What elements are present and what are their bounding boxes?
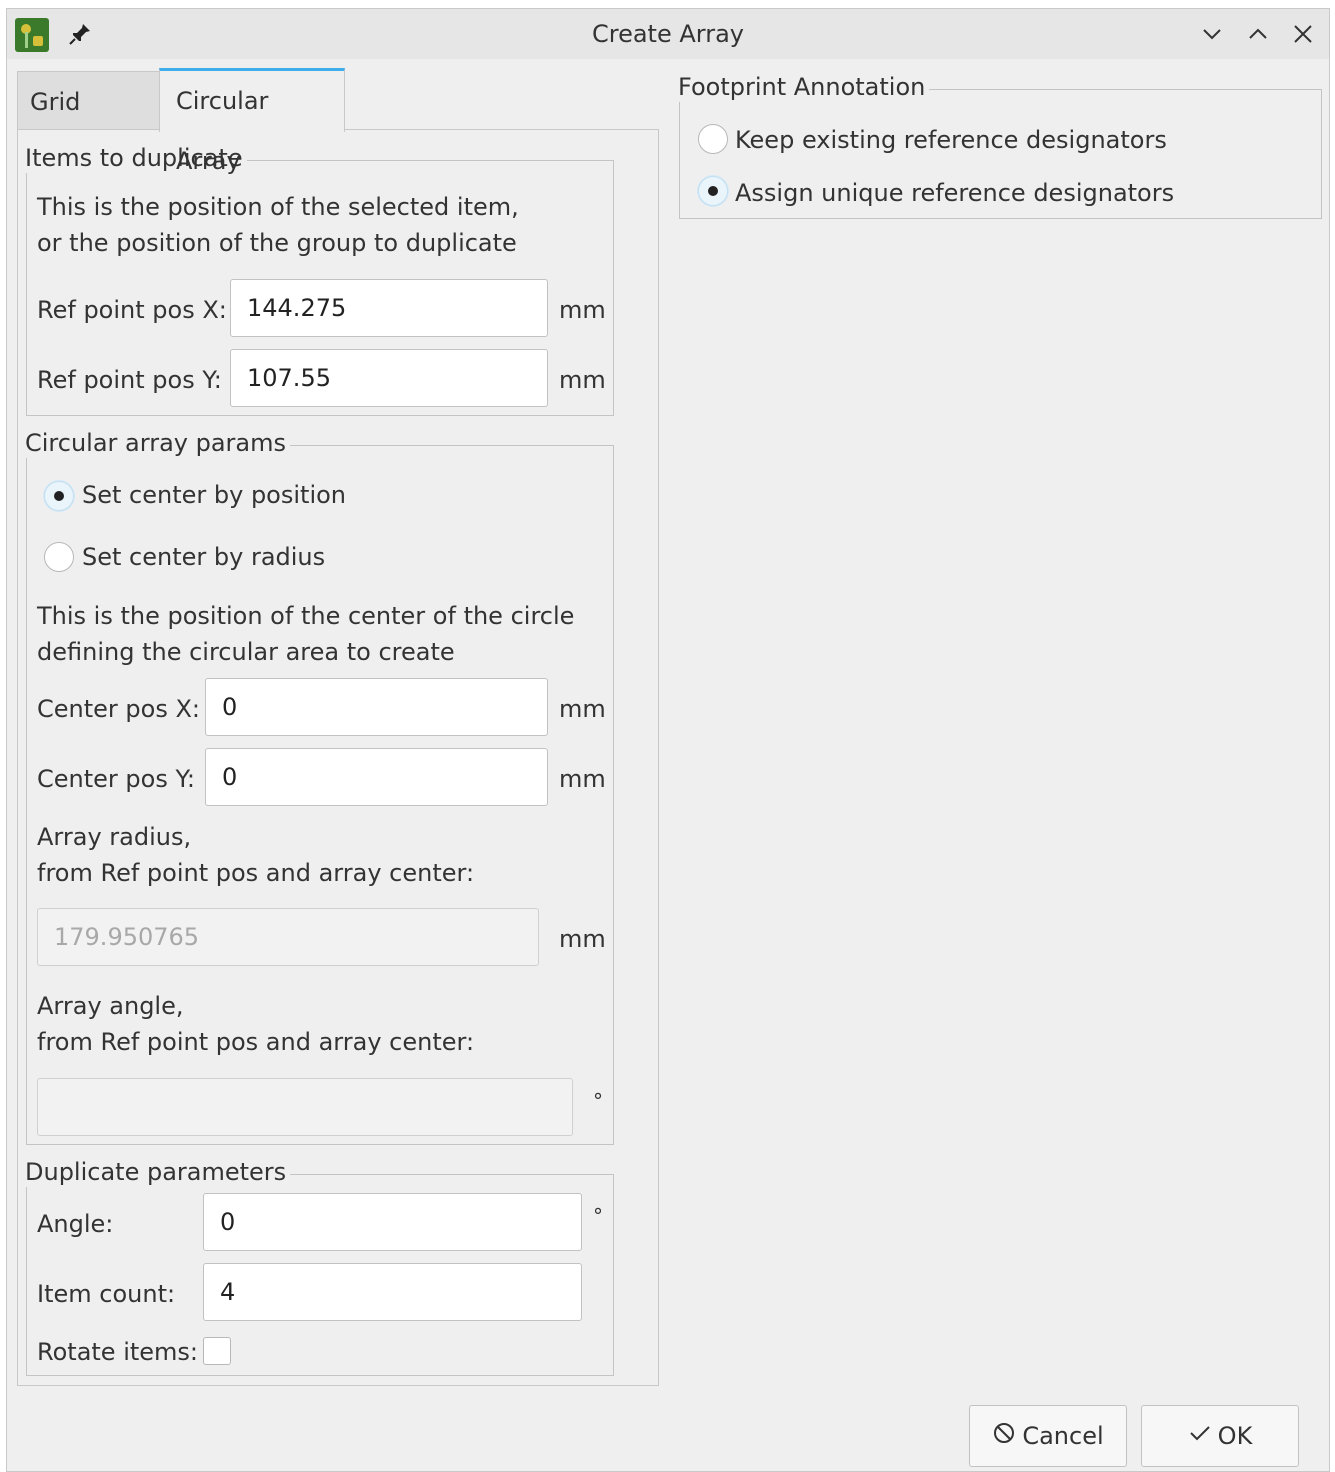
title-bar: Create Array <box>7 9 1329 59</box>
radius-unit: mm <box>559 925 606 953</box>
cancel-button[interactable]: Cancel <box>969 1405 1127 1467</box>
maximize-button[interactable] <box>1243 19 1273 49</box>
cancel-icon <box>992 1407 1016 1467</box>
dup-angle-unit: ° <box>593 1204 603 1228</box>
angle-label-line1: Array angle, <box>37 992 184 1020</box>
items-description-line2: or the position of the group to duplicat… <box>37 229 517 257</box>
tab-circular-array[interactable]: Circular Array <box>159 68 345 175</box>
radius-label-line2: from Ref point pos and array center: <box>37 859 475 887</box>
center-x-unit: mm <box>559 695 606 723</box>
keep-designators-label[interactable]: Keep existing reference designators <box>735 125 1167 155</box>
center-y-input[interactable]: 0 <box>205 748 548 806</box>
circular-array-params-group: Circular array params Set center by posi… <box>25 428 614 1145</box>
create-array-dialog: Create Array Grid Array Circular Array I… <box>6 8 1330 1472</box>
radius-label-line1: Array radius, <box>37 823 192 851</box>
footprint-annotation-group: Footprint Annotation Keep existing refer… <box>678 72 1322 219</box>
items-description-line1: This is the position of the selected ite… <box>37 193 519 221</box>
keep-designators-radio[interactable] <box>698 124 728 154</box>
tab-grid-array[interactable]: Grid Array <box>17 71 161 176</box>
center-by-radius-radio[interactable] <box>44 542 74 572</box>
group-title: Circular array params <box>25 428 290 458</box>
center-by-position-label[interactable]: Set center by position <box>82 480 346 510</box>
ref-x-input[interactable]: 144.275 <box>230 279 548 337</box>
radius-input: 179.950765 <box>37 908 539 966</box>
ok-label: OK <box>1217 1422 1253 1450</box>
item-count-input[interactable]: 4 <box>203 1263 582 1321</box>
center-by-radius-label[interactable]: Set center by radius <box>82 542 325 572</box>
center-description-line2: defining the circular area to create <box>37 638 455 666</box>
close-button[interactable] <box>1288 19 1318 49</box>
ref-x-label: Ref point pos X: <box>37 296 227 324</box>
ref-x-unit: mm <box>559 296 606 324</box>
angle-label-line2: from Ref point pos and array center: <box>37 1028 475 1056</box>
minimize-button[interactable] <box>1197 19 1227 49</box>
checkmark-icon <box>1188 1407 1212 1467</box>
rotate-items-checkbox[interactable] <box>203 1337 231 1365</box>
item-count-label: Item count: <box>37 1280 176 1308</box>
group-title: Duplicate parameters <box>25 1157 291 1187</box>
rotate-items-label: Rotate items: <box>37 1338 199 1366</box>
center-x-label: Center pos X: <box>37 695 200 723</box>
assign-designators-label[interactable]: Assign unique reference designators <box>735 178 1174 208</box>
ref-y-unit: mm <box>559 366 606 394</box>
center-y-unit: mm <box>559 765 606 793</box>
center-description-line1: This is the position of the center of th… <box>37 602 575 630</box>
ref-y-input[interactable]: 107.55 <box>230 349 548 407</box>
circular-array-panel: Items to duplicate This is the position … <box>17 129 659 1386</box>
cancel-label: Cancel <box>1022 1422 1104 1450</box>
assign-designators-radio[interactable] <box>698 176 728 206</box>
items-to-duplicate-group: Items to duplicate This is the position … <box>25 143 614 416</box>
array-angle-unit: ° <box>593 1089 603 1113</box>
ref-y-label: Ref point pos Y: <box>37 366 222 394</box>
ok-button[interactable]: OK <box>1141 1405 1299 1467</box>
center-x-input[interactable]: 0 <box>205 678 548 736</box>
window-title: Create Array <box>591 20 744 48</box>
array-angle-input <box>37 1078 573 1136</box>
dup-angle-label: Angle: <box>37 1210 114 1238</box>
group-title: Footprint Annotation <box>678 72 930 102</box>
center-y-label: Center pos Y: <box>37 765 196 793</box>
duplicate-parameters-group: Duplicate parameters Angle: 0 ° Item cou… <box>25 1157 614 1376</box>
center-by-position-radio[interactable] <box>44 481 74 511</box>
dup-angle-input[interactable]: 0 <box>203 1193 582 1251</box>
